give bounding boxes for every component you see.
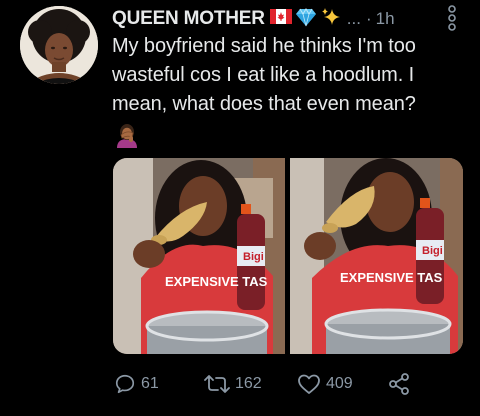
reply-count: 61 — [141, 375, 159, 392]
bottle-label: Bigi — [422, 245, 443, 257]
gem-icon — [295, 7, 317, 32]
media-grid: EXPENSIVE TAS Bigi EXPENSIVE TAS Bigi — [113, 158, 463, 354]
retweet-button[interactable]: 162 — [204, 370, 262, 398]
share-icon — [387, 372, 411, 396]
tweet-header: QUEEN MOTHER ... · 1h — [112, 6, 472, 32]
share-button[interactable] — [387, 370, 411, 398]
reply-button[interactable]: 61 — [114, 370, 159, 398]
bottle-label: Bigi — [243, 251, 264, 263]
shirt-text: EXPENSIVE TAS — [165, 274, 268, 289]
photo-2[interactable]: EXPENSIVE TAS Bigi — [290, 158, 463, 354]
canada-flag-icon — [269, 9, 292, 29]
woman-facepalming-icon — [114, 122, 144, 148]
shirt-text: EXPENSIVE TAS — [340, 270, 443, 285]
separator-dot: · — [365, 9, 372, 28]
tweet[interactable]: QUEEN MOTHER ... · 1h My boyfriend said … — [0, 0, 480, 416]
avatar[interactable] — [20, 6, 98, 84]
retweet-icon — [204, 373, 230, 395]
name-ellipsis: ... — [346, 9, 361, 28]
tweet-actions: 61 162 409 — [112, 370, 472, 398]
reply-icon — [114, 373, 136, 395]
tweet-text: My boyfriend said he thinks I'm too wast… — [112, 35, 416, 115]
photo-1[interactable]: EXPENSIVE TAS Bigi — [113, 158, 285, 354]
heart-icon — [297, 373, 321, 395]
display-name[interactable]: QUEEN MOTHER — [112, 8, 265, 30]
like-count: 409 — [326, 375, 353, 392]
sparkles-icon — [320, 7, 342, 32]
like-button[interactable]: 409 — [297, 370, 353, 398]
retweet-count: 162 — [235, 375, 262, 392]
timestamp[interactable]: 1h — [376, 9, 395, 29]
more-options-icon[interactable] — [447, 4, 457, 32]
